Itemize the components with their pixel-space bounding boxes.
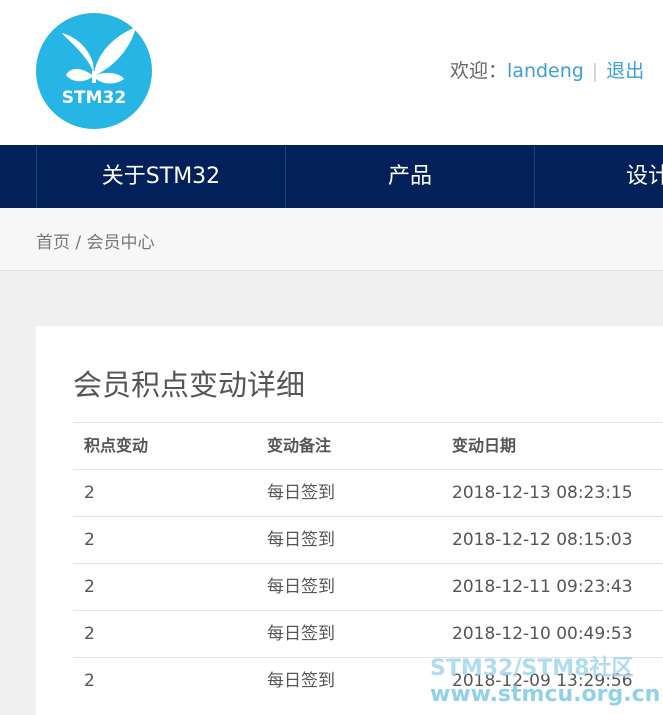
site-header: STM32 欢迎：landeng | 退出 — [0, 0, 663, 145]
user-bar: 欢迎：landeng | 退出 — [450, 56, 644, 83]
site-watermark: STM32/STM8社区 www.stmcu.org.cn — [430, 656, 663, 708]
column-header-note: 变动备注 — [267, 436, 332, 455]
page-title: 会员积点变动详细 — [73, 368, 306, 402]
note-cell: 每日签到 — [267, 671, 335, 691]
username-link[interactable]: landeng — [507, 60, 584, 82]
note-cell: 每日签到 — [267, 577, 335, 597]
stm32-logo[interactable]: STM32 — [36, 13, 152, 129]
note-cell: 每日签到 — [267, 530, 335, 550]
column-header-points: 积点变动 — [84, 436, 149, 455]
table-row: 2 每日签到 2018-12-10 00:49:53 — [73, 610, 663, 657]
date-cell: 2018-12-11 09:23:43 — [452, 577, 633, 597]
breadcrumb-separator: / — [70, 233, 87, 253]
logout-link[interactable]: 退出 — [606, 60, 644, 82]
points-cell: 2 — [84, 483, 95, 503]
table-row: 2 每日签到 2018-12-13 08:23:15 — [73, 469, 663, 516]
table-row: 2 每日签到 2018-12-12 08:15:03 — [73, 516, 663, 563]
breadcrumb-member-center[interactable]: 会员中心 — [87, 233, 155, 253]
table-header-row: 积点变动 变动备注 变动日期 — [73, 422, 663, 469]
welcome-label: 欢迎： — [450, 60, 508, 82]
main-nav: 关于STM32 产品 设计资 — [0, 145, 663, 208]
breadcrumb-home[interactable]: 首页 — [36, 233, 70, 253]
note-cell: 每日签到 — [267, 624, 335, 644]
table-row: 2 每日签到 2018-12-11 09:23:43 — [73, 563, 663, 610]
points-cell: 2 — [84, 577, 95, 597]
date-cell: 2018-12-10 00:49:53 — [452, 624, 633, 644]
logo-text: STM32 — [61, 88, 127, 108]
points-cell: 2 — [84, 671, 95, 691]
nav-item-about-stm32[interactable]: 关于STM32 — [37, 145, 285, 208]
watermark-line-2: www.stmcu.org.cn — [430, 682, 661, 707]
breadcrumb: 首页 / 会员中心 — [36, 228, 155, 253]
watermark-line-1: STM32/STM8社区 — [430, 656, 634, 681]
date-cell: 2018-12-13 08:23:15 — [452, 483, 633, 503]
column-header-date: 变动日期 — [452, 436, 517, 455]
points-cell: 2 — [84, 530, 95, 550]
note-cell: 每日签到 — [267, 483, 335, 503]
nav-item-products[interactable]: 产品 — [286, 145, 534, 208]
date-cell: 2018-12-12 08:15:03 — [452, 530, 633, 550]
nav-item-design[interactable]: 设计资 — [535, 145, 663, 208]
breadcrumb-bar: 首页 / 会员中心 — [0, 208, 663, 271]
butterfly-icon — [62, 27, 136, 84]
points-cell: 2 — [84, 624, 95, 644]
user-separator: | — [591, 60, 599, 82]
